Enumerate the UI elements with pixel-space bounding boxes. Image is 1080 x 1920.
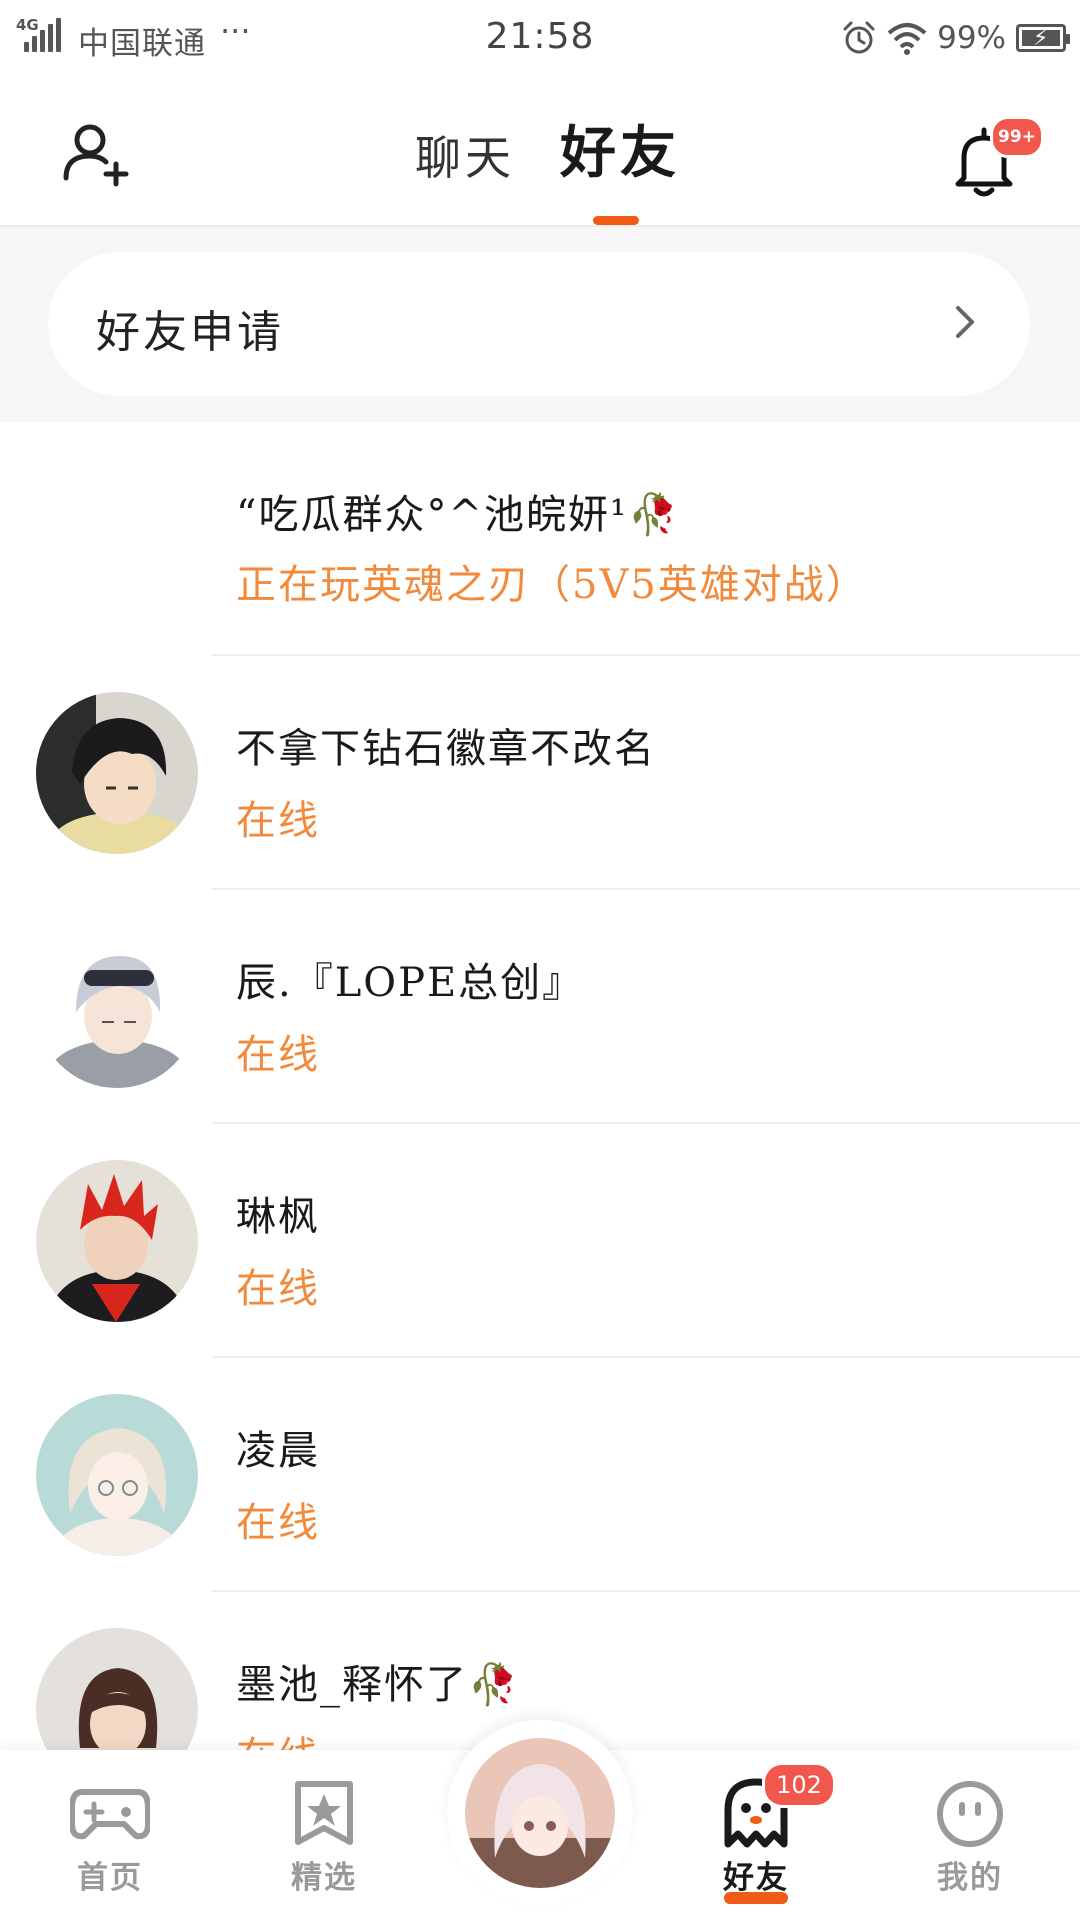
friend-request-section: 好友申请 <box>0 227 1080 422</box>
friend-status: 在线 <box>236 1500 320 1546</box>
tab-friends[interactable]: 好友 <box>560 108 680 189</box>
nav-home-label: 首页 <box>77 1860 143 1896</box>
friend-status: 在线 <box>236 1266 320 1312</box>
friend-name: 辰.『LOPE总创』 <box>236 960 585 1006</box>
profile-avatar <box>465 1738 615 1888</box>
nav-featured[interactable]: 精选 <box>244 1750 404 1920</box>
wifi-icon <box>887 23 927 55</box>
gamepad-icon <box>70 1789 150 1840</box>
friend-name: 凌晨 <box>236 1428 320 1474</box>
battery-charging-icon: ⚡ <box>1016 24 1070 52</box>
avatar[interactable] <box>36 926 198 1088</box>
nav-me[interactable]: 我的 <box>890 1750 1050 1920</box>
nav-home[interactable]: 首页 <box>30 1750 190 1920</box>
friend-name: 墨池_释怀了🥀 <box>236 1662 520 1708</box>
nav-profile-button[interactable] <box>447 1720 633 1906</box>
status-bar: 4G 中国联通 ··· 21:58 99% ⚡ <box>0 0 1080 80</box>
top-header: 聊天 好友 99+ <box>0 80 1080 227</box>
avatar[interactable] <box>36 692 198 854</box>
friend-row[interactable]: 凌晨 在线 <box>0 1358 1080 1592</box>
alarm-icon <box>843 21 875 54</box>
active-nav-indicator <box>724 1892 788 1904</box>
friend-request-button[interactable]: 好友申请 <box>48 252 1030 396</box>
face-icon <box>937 1781 1003 1847</box>
battery-percent: 99% <box>937 20 1006 56</box>
tab-chat[interactable]: 聊天 <box>415 122 515 188</box>
bookmark-star-icon <box>295 1781 353 1845</box>
chevron-right-icon <box>956 306 974 338</box>
friend-row[interactable]: 辰.『LOPE总创』 在线 <box>0 890 1080 1124</box>
friend-name: “吃瓜群众°^池皖妍¹🥀 <box>236 492 680 538</box>
notifications-button[interactable]: 99+ <box>950 116 1044 197</box>
nav-friends[interactable]: 102 好友 <box>676 1750 836 1920</box>
friend-name: 琳枫 <box>236 1194 320 1240</box>
friend-status: 在线 <box>236 1032 320 1078</box>
friend-request-label: 好友申请 <box>96 307 284 358</box>
avatar[interactable] <box>36 1394 198 1556</box>
friend-status: 在线 <box>236 798 320 844</box>
friend-status: 正在玩英魂之刃（5V5英雄对战） <box>236 562 868 608</box>
friend-row[interactable]: 琳枫 在线 <box>0 1124 1080 1358</box>
notification-badge: 99+ <box>990 116 1044 158</box>
friend-row[interactable]: “吃瓜群众°^池皖妍¹🥀 正在玩英魂之刃（5V5英雄对战） <box>0 422 1080 656</box>
nav-me-label: 我的 <box>937 1860 1003 1896</box>
nav-featured-label: 精选 <box>291 1860 357 1896</box>
active-tab-indicator <box>593 216 639 225</box>
top-tabs: 聊天 好友 <box>0 108 1080 218</box>
friends-badge: 102 <box>762 1762 836 1808</box>
friend-name: 不拿下钻石徽章不改名 <box>236 726 656 772</box>
friend-row[interactable]: 不拿下钻石徽章不改名 在线 <box>0 656 1080 890</box>
nav-friends-label: 好友 <box>723 1860 789 1896</box>
avatar[interactable] <box>36 1160 198 1322</box>
